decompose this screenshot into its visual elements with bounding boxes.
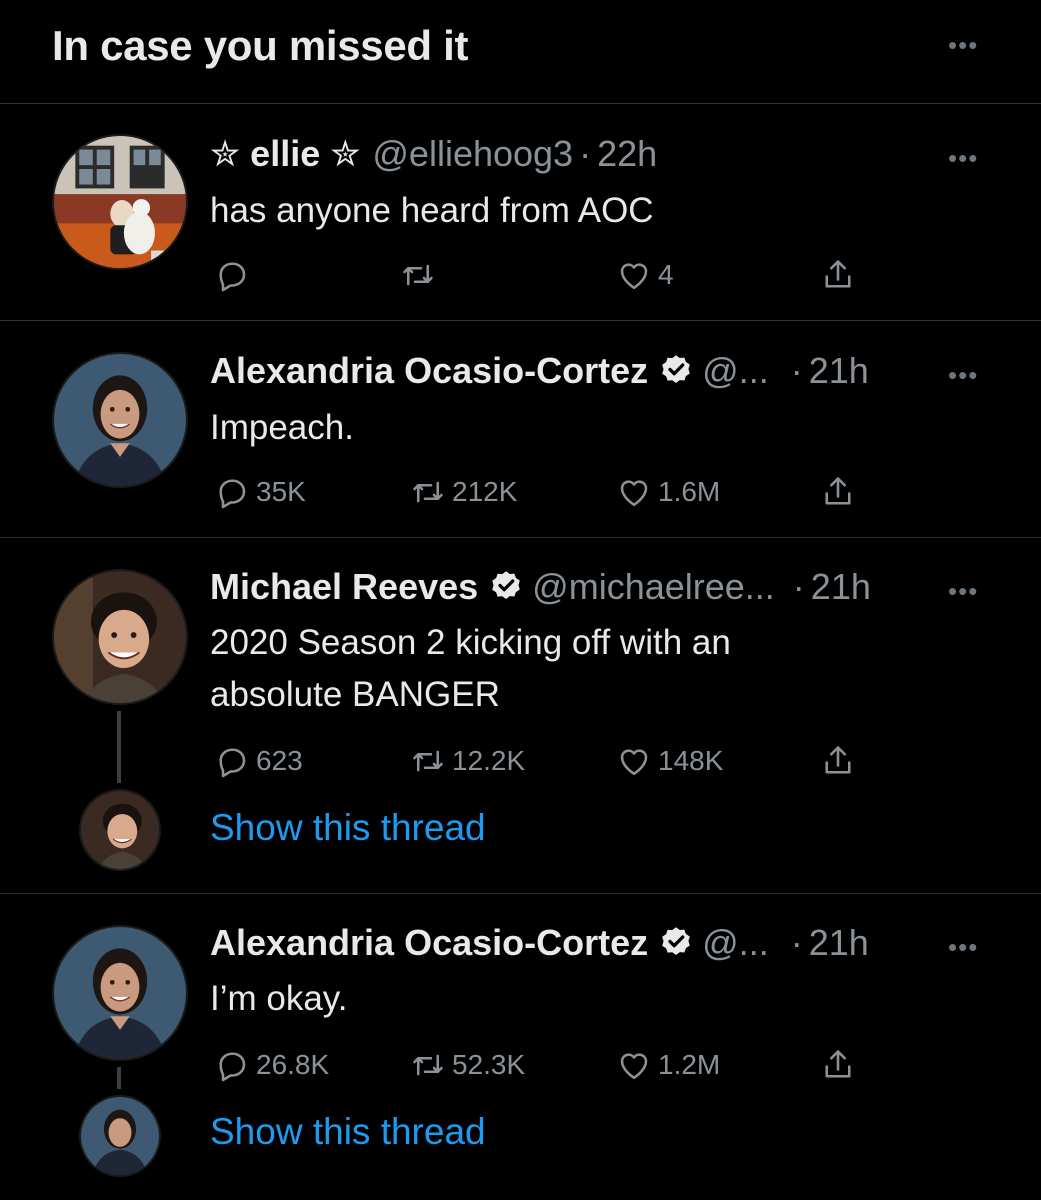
share-icon — [820, 474, 856, 510]
retweet-icon — [410, 474, 446, 510]
like-count: 1.2M — [658, 1049, 721, 1080]
retweet-count: 212K — [452, 476, 518, 507]
tweet-text-line: 2020 Season 2 kicking off with an — [210, 623, 731, 662]
tweet-header: Alexandria Ocasio-Cortez @... · 21h — [210, 349, 869, 393]
retweet-button[interactable]: 212K — [410, 472, 517, 512]
thread-avatar[interactable] — [79, 789, 161, 871]
heart-icon — [616, 1047, 652, 1083]
heart-icon — [616, 474, 652, 510]
tweet-time[interactable]: 22h — [597, 133, 657, 175]
more-icon[interactable]: ••• — [948, 32, 978, 58]
section-header: In case you missed it ••• — [0, 0, 1041, 104]
tweet-text: has anyone heard from AOC — [210, 191, 654, 230]
verified-badge-icon — [488, 569, 524, 605]
display-name[interactable]: Alexandria Ocasio-Cortez — [210, 922, 648, 964]
like-button[interactable]: 1.6M — [616, 472, 720, 512]
display-name[interactable]: Alexandria Ocasio-Cortez — [210, 350, 648, 392]
tweet-actions: 35K 212K 1.6M — [210, 472, 870, 512]
verified-badge-icon — [658, 353, 694, 389]
heart-icon — [616, 743, 652, 779]
reply-button[interactable] — [214, 255, 250, 295]
reply-icon — [214, 257, 250, 293]
user-handle[interactable]: @michaelree... — [532, 566, 775, 608]
retweet-button[interactable]: 12.2K — [410, 741, 525, 781]
tweet-text: 2020 Season 2 kicking off with an absolu… — [210, 617, 731, 721]
reply-button[interactable]: 26.8K — [214, 1045, 329, 1085]
user-handle[interactable]: @... — [702, 922, 769, 964]
retweet-button[interactable] — [400, 255, 436, 295]
like-button[interactable]: 1.2M — [616, 1045, 720, 1085]
avatar[interactable] — [52, 134, 188, 270]
like-button[interactable]: 148K — [616, 741, 723, 781]
reply-icon — [214, 1047, 250, 1083]
share-icon — [820, 743, 856, 779]
share-button[interactable] — [820, 255, 856, 295]
display-name[interactable]: ✮ ellie ✮ — [210, 133, 360, 175]
time-separator: · — [792, 566, 805, 607]
reply-button[interactable]: 623 — [214, 741, 303, 781]
tweet-time[interactable]: 21h — [811, 566, 871, 608]
like-count: 148K — [658, 745, 724, 776]
reply-button[interactable]: 35K — [214, 472, 306, 512]
display-name[interactable]: Michael Reeves — [210, 566, 478, 608]
show-thread-link[interactable]: Show this thread — [210, 1111, 486, 1153]
avatar[interactable] — [52, 352, 188, 488]
share-icon — [820, 257, 856, 293]
time-separator: · — [579, 133, 592, 174]
retweet-button[interactable]: 52.3K — [410, 1045, 525, 1085]
user-handle[interactable]: @... — [702, 350, 769, 392]
user-handle[interactable]: @elliehoog3 — [372, 133, 573, 175]
tweet-card[interactable]: Michael Reeves @michaelree... · 21h ••• … — [0, 539, 1041, 894]
thread-connector — [117, 711, 121, 783]
tweet-card[interactable]: Alexandria Ocasio-Cortez @... · 21h ••• … — [0, 895, 1041, 1200]
avatar[interactable] — [52, 925, 188, 1061]
tweet-header: Michael Reeves @michaelree... · 21h — [210, 565, 871, 609]
share-button[interactable] — [820, 1045, 856, 1085]
like-count: 1.6M — [658, 476, 721, 507]
more-icon[interactable]: ••• — [948, 145, 978, 171]
tweet-text: I’m okay. — [210, 979, 348, 1018]
like-button[interactable]: 4 — [616, 255, 674, 295]
tweet-time[interactable]: 21h — [809, 922, 869, 964]
share-button[interactable] — [820, 472, 856, 512]
reply-icon — [214, 743, 250, 779]
share-button[interactable] — [820, 741, 856, 781]
tweet-time[interactable]: 21h — [809, 350, 869, 392]
retweet-icon — [410, 1047, 446, 1083]
tweet-header: Alexandria Ocasio-Cortez @... · 21h — [210, 921, 869, 965]
avatar[interactable] — [52, 569, 188, 705]
retweet-count: 12.2K — [452, 745, 526, 776]
reply-count: 623 — [256, 745, 303, 776]
retweet-icon — [400, 257, 436, 293]
thread-avatar[interactable] — [79, 1095, 161, 1177]
tweet-actions: 26.8K 52.3K 1.2M — [210, 1045, 870, 1085]
tweet-text-line: absolute BANGER — [210, 675, 500, 714]
thread-connector — [117, 1067, 121, 1089]
like-count: 4 — [658, 259, 674, 290]
time-separator: · — [790, 922, 803, 963]
retweet-count: 52.3K — [452, 1049, 526, 1080]
reply-count: 26.8K — [256, 1049, 330, 1080]
heart-icon — [616, 257, 652, 293]
tweet-card[interactable]: ✮ ellie ✮ @elliehoog3 · 22h ••• has anyo… — [0, 105, 1041, 321]
tweet-card[interactable]: Alexandria Ocasio-Cortez @... · 21h ••• … — [0, 322, 1041, 538]
time-separator: · — [790, 350, 803, 391]
tweet-text: Impeach. — [210, 408, 354, 447]
retweet-icon — [410, 743, 446, 779]
show-thread-link[interactable]: Show this thread — [210, 807, 486, 849]
verified-badge-icon — [658, 925, 694, 961]
tweet-actions: 623 12.2K 148K — [210, 741, 870, 781]
reply-icon — [214, 474, 250, 510]
reply-count: 35K — [256, 476, 306, 507]
more-icon[interactable]: ••• — [948, 934, 978, 960]
more-icon[interactable]: ••• — [948, 578, 978, 604]
share-icon — [820, 1047, 856, 1083]
tweet-header: ✮ ellie ✮ @elliehoog3 · 22h — [210, 132, 657, 176]
more-icon[interactable]: ••• — [948, 362, 978, 388]
tweet-actions: 4 — [210, 255, 870, 295]
section-title: In case you missed it — [52, 22, 469, 69]
